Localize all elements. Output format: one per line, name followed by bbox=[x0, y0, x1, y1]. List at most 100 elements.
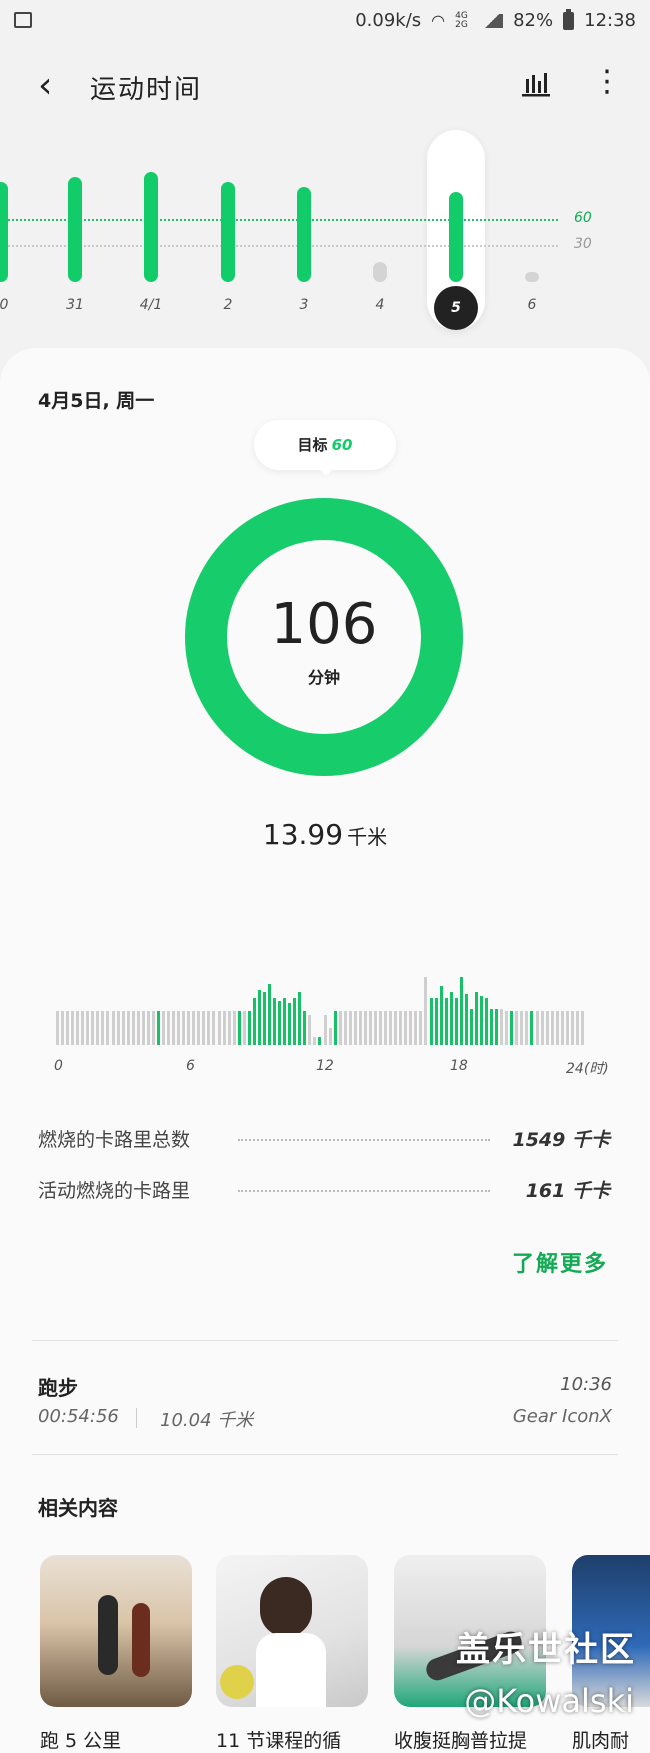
hour-bar bbox=[182, 1011, 186, 1045]
dotted-leader bbox=[238, 1190, 490, 1192]
hour-bar bbox=[343, 1011, 347, 1045]
hour-bar bbox=[384, 1011, 388, 1045]
hour-bar bbox=[570, 1011, 574, 1045]
day-bar[interactable] bbox=[221, 182, 235, 282]
hour-label-12: 12 bbox=[316, 1058, 334, 1074]
app-header: ‹ 运动时间 ⋮ bbox=[0, 55, 650, 115]
hour-bar bbox=[81, 1011, 85, 1045]
hour-bar bbox=[389, 1011, 393, 1045]
related-thumb-circuit[interactable] bbox=[216, 1555, 368, 1707]
goal-line-30 bbox=[0, 245, 558, 247]
status-right: 0.09k/s ◠ 4G 2G 82% 12:38 bbox=[355, 8, 636, 31]
related-content-title: 相关内容 bbox=[38, 1496, 118, 1520]
hour-bar bbox=[111, 1011, 115, 1045]
goal-bubble: 目标 60 bbox=[254, 420, 396, 470]
day-label[interactable]: 3 bbox=[284, 297, 324, 313]
day-label[interactable]: 2 bbox=[208, 297, 248, 313]
hour-bar bbox=[474, 992, 478, 1045]
related-label[interactable]: 11 节课程的循 bbox=[216, 1726, 341, 1753]
hour-bar bbox=[167, 1011, 171, 1045]
stat-unit: 千卡 bbox=[571, 1180, 610, 1202]
day-bar[interactable] bbox=[373, 262, 387, 282]
related-label[interactable]: 收腹挺胸普拉提 bbox=[394, 1726, 527, 1753]
daily-activity-chart[interactable]: 60 30 0 31 4/1 2 3 4 5 6 bbox=[0, 130, 650, 330]
hour-bar bbox=[520, 1011, 524, 1045]
goal-bubble-tip bbox=[318, 468, 334, 476]
hour-bar bbox=[217, 1011, 221, 1045]
hour-bar bbox=[419, 1011, 423, 1045]
hour-bar bbox=[439, 985, 443, 1045]
hour-bar bbox=[308, 1015, 312, 1045]
hour-bar bbox=[550, 1011, 554, 1045]
net-types: 4G 2G bbox=[455, 10, 468, 30]
hour-bar bbox=[202, 1011, 206, 1045]
stat-value: 1549 千卡 bbox=[512, 1125, 610, 1152]
day-bar[interactable] bbox=[449, 192, 463, 282]
hour-label-24: 24(时) bbox=[566, 1061, 609, 1077]
hour-bar bbox=[409, 1011, 413, 1045]
hour-bar bbox=[101, 1011, 105, 1045]
hour-bar bbox=[56, 1011, 59, 1045]
hour-bar bbox=[126, 1011, 130, 1045]
stat-label: 活动燃烧的卡路里 bbox=[38, 1180, 191, 1202]
hour-bar bbox=[535, 1011, 539, 1045]
hour-bar bbox=[106, 1011, 110, 1045]
related-label[interactable]: 跑 5 公里 bbox=[40, 1726, 121, 1753]
hour-label-6: 6 bbox=[186, 1058, 195, 1074]
hour-bar bbox=[96, 1011, 100, 1045]
day-label[interactable]: 6 bbox=[512, 297, 552, 313]
hour-bar bbox=[459, 977, 463, 1045]
day-bar[interactable] bbox=[144, 172, 158, 282]
learn-more-link[interactable]: 了解更多 bbox=[512, 1246, 608, 1278]
hour-bar bbox=[303, 1011, 307, 1045]
hour-bar bbox=[71, 1011, 75, 1045]
hour-bar bbox=[480, 995, 483, 1045]
goal-line-60 bbox=[0, 219, 558, 221]
hour-bar bbox=[404, 1011, 408, 1045]
hour-bar bbox=[454, 998, 458, 1045]
hour-bar bbox=[530, 1011, 534, 1045]
watermark-logo-text: 盖乐世社区 bbox=[456, 1630, 636, 1670]
stat-number: 161 bbox=[525, 1180, 566, 1202]
day-label[interactable]: 31 bbox=[55, 297, 95, 313]
day-bar[interactable] bbox=[68, 177, 82, 282]
hour-bar bbox=[76, 1011, 80, 1045]
back-arrow-icon[interactable]: ‹ bbox=[38, 65, 52, 106]
hour-bar bbox=[162, 1011, 165, 1045]
related-thumb-running[interactable] bbox=[40, 1555, 192, 1707]
hour-bar bbox=[374, 1011, 377, 1045]
stat-number: 1549 bbox=[512, 1129, 566, 1151]
hour-bar bbox=[485, 998, 489, 1045]
distance-unit: 千米 bbox=[347, 825, 388, 849]
day-label[interactable]: 0 bbox=[0, 297, 24, 313]
hour-bar bbox=[575, 1011, 579, 1045]
hour-bar bbox=[379, 1011, 383, 1045]
hour-bar bbox=[490, 1009, 494, 1045]
activity-device: Gear IconX bbox=[512, 1406, 612, 1427]
day-bar[interactable] bbox=[0, 182, 8, 282]
goal-label-30: 30 bbox=[574, 236, 592, 252]
hour-bar bbox=[469, 1009, 473, 1045]
goal-value: 60 bbox=[331, 436, 353, 454]
chart-bars-icon[interactable] bbox=[522, 71, 550, 97]
day-bar[interactable] bbox=[297, 187, 311, 282]
hour-bar bbox=[565, 1011, 569, 1045]
day-label[interactable]: 5 bbox=[434, 286, 478, 330]
day-bar[interactable] bbox=[525, 272, 539, 282]
hour-bar bbox=[86, 1011, 90, 1045]
hour-bar bbox=[414, 1011, 418, 1045]
net-speed: 0.09k/s bbox=[355, 10, 422, 31]
hour-bar bbox=[61, 1011, 65, 1045]
more-options-icon[interactable]: ⋮ bbox=[592, 67, 622, 97]
day-label[interactable]: 4 bbox=[360, 297, 400, 313]
hour-bar bbox=[131, 1011, 135, 1045]
total-calories-row: 燃烧的卡路里总数 1549 千卡 bbox=[38, 1125, 610, 1155]
activity-name[interactable]: 跑步 bbox=[38, 1372, 78, 1401]
hour-bar bbox=[510, 1011, 514, 1045]
hour-bar bbox=[495, 1009, 499, 1045]
related-label[interactable]: 肌肉耐 bbox=[572, 1726, 629, 1753]
active-calories-row: 活动燃烧的卡路里 161 千卡 bbox=[38, 1176, 610, 1206]
stat-unit: 千卡 bbox=[571, 1129, 610, 1151]
day-label[interactable]: 4/1 bbox=[131, 297, 171, 313]
dotted-leader bbox=[238, 1139, 490, 1141]
